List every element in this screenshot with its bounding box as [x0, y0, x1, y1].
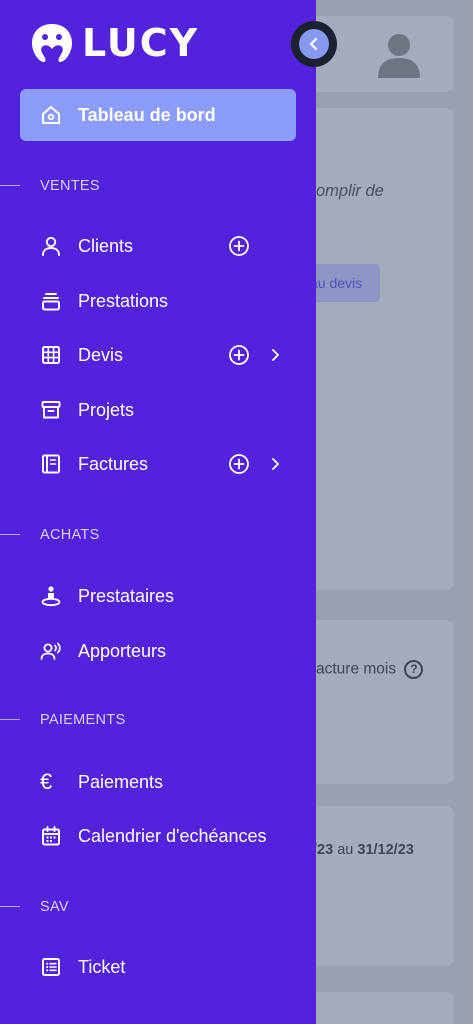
section-achats: ACHATS [0, 524, 316, 546]
sidebar-item-label: Projets [78, 400, 135, 420]
layers-icon [42, 293, 60, 311]
collapse-sidebar-button[interactable] [291, 21, 337, 67]
help-icon[interactable]: ? [404, 660, 424, 679]
period-text: /23 au 31/12/23 [313, 842, 414, 858]
dashboard-button[interactable]: Tableau de bord [20, 89, 296, 141]
calendar-icon [42, 826, 60, 846]
section-label: VENTES [40, 178, 100, 194]
chevron-right-icon[interactable] [268, 456, 282, 472]
sidebar-item-paiements[interactable]: € Paiements [0, 762, 316, 802]
sidebar-item-label: Paiements [78, 772, 164, 792]
sidebar-item-label: Apporteurs [78, 641, 167, 661]
bottom-card [310, 992, 454, 1024]
facture-card [310, 620, 454, 784]
section-paiements: PAIEMENTS [0, 709, 316, 731]
user-voice-icon [40, 642, 61, 660]
collapse-button-inner [299, 29, 329, 59]
archive-icon [41, 401, 61, 419]
sidebar-item-ticket[interactable]: Ticket [0, 947, 316, 987]
section-label: SAV [40, 899, 69, 915]
sidebar-item-label: Prestations [78, 291, 169, 311]
person-pin-icon [41, 586, 61, 607]
euro-icon: € [40, 769, 53, 794]
sidebar-item-label: Ticket [78, 957, 126, 977]
avatar-icon[interactable] [374, 28, 424, 78]
sidebar-item-label: Factures [78, 454, 149, 474]
card-text: omplir de [316, 182, 384, 200]
sidebar-item-label: Clients [78, 236, 134, 256]
add-devis-icon[interactable] [228, 344, 250, 366]
section-label: ACHATS [40, 527, 100, 543]
dashboard-label: Tableau de bord [78, 105, 216, 125]
chevron-right-icon[interactable] [268, 347, 282, 363]
section-ventes: VENTES [0, 175, 316, 197]
sidebar-item-calendrier[interactable]: Calendrier d'echéances [0, 816, 316, 856]
notebook-icon [42, 454, 60, 474]
list-icon [42, 958, 60, 976]
main-card [310, 108, 454, 590]
facture-text: acture mois ? [316, 660, 424, 679]
sidebar-item-label: Prestataires [78, 586, 175, 606]
section-divider [0, 185, 20, 186]
grid-table-icon [42, 346, 60, 364]
sidebar-item-projets[interactable]: Projets [0, 390, 316, 430]
add-client-icon[interactable] [228, 235, 250, 257]
sidebar-item-label: Calendrier d'echéances [78, 826, 267, 846]
sidebar: LUCY Tableau de bord VENTES Clients Pres… [0, 0, 337, 1024]
home-icon [42, 106, 60, 124]
sidebar-item-prestataires[interactable]: Prestataires [0, 576, 316, 616]
section-divider [0, 719, 20, 720]
section-divider [0, 534, 20, 535]
sidebar-item-devis[interactable]: Devis [0, 335, 316, 375]
sidebar-item-clients[interactable]: Clients [0, 226, 316, 266]
section-label: PAIEMENTS [40, 712, 126, 728]
devis-button[interactable]: au devis [306, 264, 380, 302]
section-divider [0, 906, 20, 907]
sidebar-item-prestations[interactable]: Prestations [0, 281, 316, 321]
user-icon [42, 236, 60, 256]
sidebar-item-factures[interactable]: Factures [0, 444, 316, 484]
chevron-left-icon [309, 37, 318, 51]
period-card [310, 806, 454, 966]
logo[interactable]: LUCY [30, 22, 199, 64]
sidebar-item-apporteurs[interactable]: Apporteurs [0, 631, 316, 671]
section-sav: SAV [0, 896, 316, 918]
sidebar-item-label: Devis [78, 345, 124, 365]
lucy-logo-icon [32, 24, 72, 62]
add-facture-icon[interactable] [228, 453, 250, 475]
logo-text: LUCY [82, 21, 200, 65]
